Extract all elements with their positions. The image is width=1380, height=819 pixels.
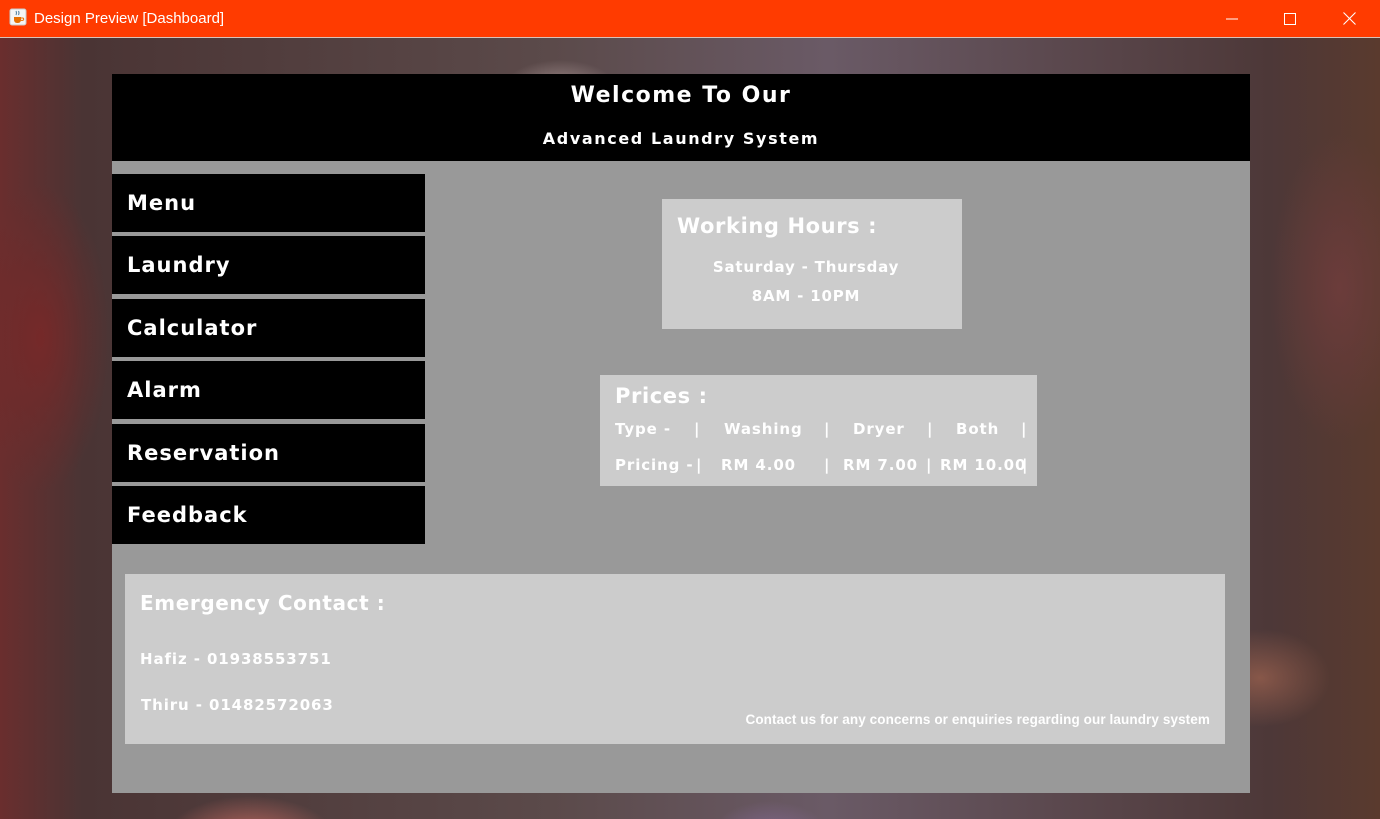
emergency-contact-card: Emergency Contact : Hafiz - 01938553751 … xyxy=(125,574,1225,744)
laundry-button[interactable]: Laundry xyxy=(112,236,425,294)
dashboard-panel: Welcome To Our Advanced Laundry System M… xyxy=(112,74,1250,793)
working-hours-card: Working Hours : Saturday - Thursday 8AM … xyxy=(662,199,962,329)
price-dryer: RM 7.00 xyxy=(843,456,919,474)
minimize-icon xyxy=(1226,18,1238,19)
price-row-label: Pricing - xyxy=(615,456,694,474)
price-header-separator: | xyxy=(694,420,701,438)
reservation-button[interactable]: Reservation xyxy=(112,424,425,482)
price-both: RM 10.00 xyxy=(940,456,1027,474)
price-header-washing: Washing xyxy=(724,420,803,438)
price-header-dryer: Dryer xyxy=(853,420,905,438)
welcome-title: Welcome To Our xyxy=(570,83,792,108)
prices-title: Prices : xyxy=(615,384,708,408)
price-row-separator: | xyxy=(926,456,933,474)
price-header-type: Type - xyxy=(615,420,671,438)
price-row-separator: | xyxy=(824,456,831,474)
contact-thiru: Thiru - 01482572063 xyxy=(141,696,334,714)
prices-card: Prices : Type - | Washing | Dryer | Both… xyxy=(600,375,1037,486)
price-header-both: Both xyxy=(956,420,1000,438)
system-subtitle: Advanced Laundry System xyxy=(542,129,820,148)
maximize-icon xyxy=(1284,12,1296,25)
welcome-header: Welcome To Our Advanced Laundry System xyxy=(112,74,1250,161)
alarm-button[interactable]: Alarm xyxy=(112,361,425,419)
price-washing: RM 4.00 xyxy=(721,456,797,474)
contact-hafiz: Hafiz - 01938553751 xyxy=(140,650,332,668)
price-row-separator: | xyxy=(1022,456,1029,474)
emergency-contact-title: Emergency Contact : xyxy=(140,591,386,615)
feedback-button[interactable]: Feedback xyxy=(112,486,425,544)
window-title: Design Preview [Dashboard] xyxy=(34,10,225,27)
calculator-button[interactable]: Calculator xyxy=(112,299,425,357)
close-button[interactable] xyxy=(1320,0,1378,37)
close-icon xyxy=(1342,12,1356,25)
working-time: 8AM - 10PM xyxy=(751,287,861,305)
price-row-separator: | xyxy=(696,456,703,474)
window-titlebar[interactable]: Design Preview [Dashboard] xyxy=(0,0,1380,37)
price-header-separator: | xyxy=(927,420,934,438)
price-header-separator: | xyxy=(1021,420,1028,438)
working-days: Saturday - Thursday xyxy=(712,258,900,276)
minimize-button[interactable] xyxy=(1203,0,1261,37)
contact-note: Contact us for any concerns or enquiries… xyxy=(745,712,1210,727)
price-header-separator: | xyxy=(824,420,831,438)
working-hours-title: Working Hours : xyxy=(677,214,878,238)
java-cup-icon xyxy=(9,8,27,26)
menu-button[interactable]: Menu xyxy=(112,174,425,232)
maximize-button[interactable] xyxy=(1261,0,1319,37)
